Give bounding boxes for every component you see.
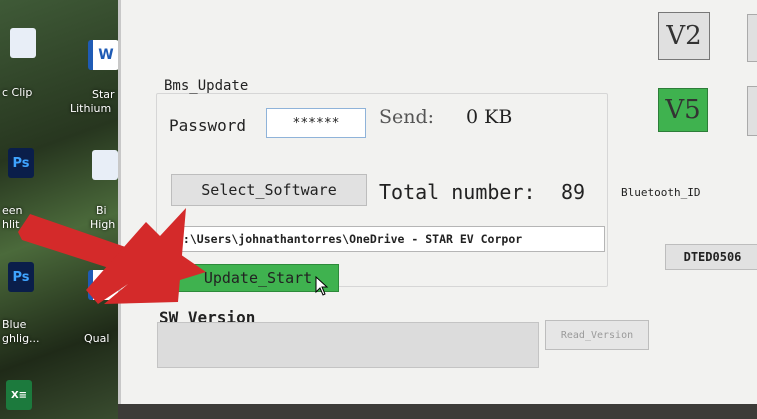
annotation-arrows <box>18 208 206 304</box>
